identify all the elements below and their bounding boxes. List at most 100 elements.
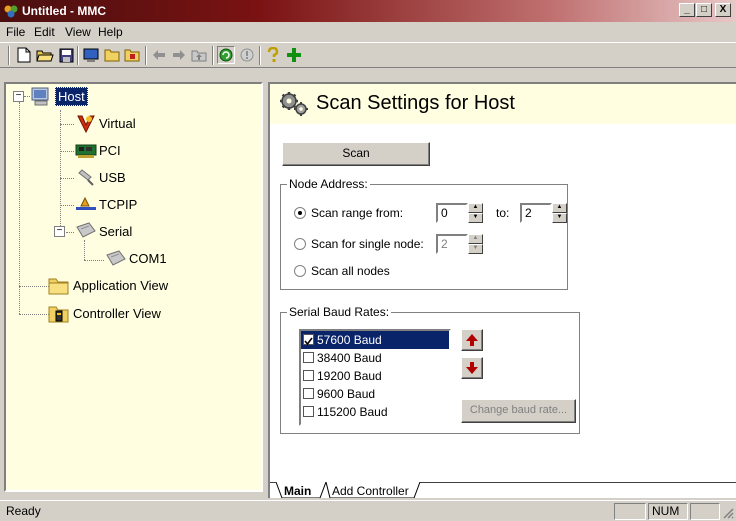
arrow-up-icon xyxy=(466,334,478,346)
tree-item-pci[interactable]: PCI xyxy=(99,143,121,158)
host-expander[interactable]: − xyxy=(13,91,24,102)
console-icon[interactable] xyxy=(82,46,100,64)
spin-up-icon[interactable]: ▲ xyxy=(552,203,567,213)
tree-connector xyxy=(19,102,20,314)
save-icon[interactable] xyxy=(57,46,75,64)
move-down-button[interactable] xyxy=(461,357,483,379)
tree-connector xyxy=(19,286,49,287)
tree-item-host[interactable]: Host xyxy=(55,87,88,106)
baud-checkbox[interactable] xyxy=(303,370,314,381)
folder-alt-icon[interactable] xyxy=(123,46,141,64)
tree-connector xyxy=(60,124,74,125)
baud-rates-group: 57600 Baud 38400 Baud 19200 Baud 9600 Ba… xyxy=(280,312,580,434)
scan-single-label: Scan for single node: xyxy=(311,237,424,251)
folder-icon xyxy=(48,278,69,295)
baud-row-9600[interactable]: 9600 Baud xyxy=(301,385,449,403)
refresh-icon[interactable] xyxy=(217,46,235,64)
move-up-button[interactable] xyxy=(461,329,483,351)
network-icon xyxy=(76,196,96,210)
tree-item-com1[interactable]: COM1 xyxy=(129,251,167,266)
spin-up-icon[interactable]: ▲ xyxy=(468,203,483,213)
back-arrow-icon[interactable] xyxy=(150,46,168,64)
tree-connector xyxy=(60,205,74,206)
tree-item-usb[interactable]: USB xyxy=(99,170,126,185)
header-band: Scan Settings for Host xyxy=(270,84,736,124)
forward-arrow-icon[interactable] xyxy=(170,46,188,64)
toolbar xyxy=(0,42,736,68)
menu-file[interactable]: File xyxy=(6,25,25,39)
spin-down-icon[interactable]: ▼ xyxy=(468,244,483,254)
resize-grip-icon[interactable] xyxy=(722,507,734,519)
gears-icon xyxy=(280,92,308,116)
up-level-icon[interactable] xyxy=(190,46,208,64)
range-to-input[interactable]: 2 xyxy=(520,203,552,223)
tree-connector xyxy=(19,314,49,315)
new-document-icon[interactable] xyxy=(15,46,33,64)
usb-plug-icon xyxy=(78,169,94,186)
minimize-button[interactable]: _ xyxy=(679,3,695,17)
restore-button[interactable]: □ xyxy=(696,3,712,17)
serial-connector-icon xyxy=(106,250,126,266)
toolbar-separator xyxy=(212,46,214,65)
baud-label: 115200 Baud xyxy=(317,405,388,419)
baud-checkbox[interactable] xyxy=(303,406,314,417)
baud-row-19200[interactable]: 19200 Baud xyxy=(301,367,449,385)
folder-icon[interactable] xyxy=(103,46,121,64)
toolbar-separator xyxy=(77,46,79,65)
page-title: Scan Settings for Host xyxy=(316,92,515,114)
scan-all-radio[interactable] xyxy=(294,265,306,277)
tree-item-controller-view[interactable]: Controller View xyxy=(73,306,161,321)
baud-row-115200[interactable]: 115200 Baud xyxy=(301,403,449,421)
baud-row-38400[interactable]: 38400 Baud xyxy=(301,349,449,367)
tree-connector xyxy=(84,260,104,261)
stop-icon[interactable] xyxy=(238,46,256,64)
range-from-input[interactable]: 0 xyxy=(436,203,468,223)
mmc-app-icon xyxy=(4,5,18,18)
range-from-spinner[interactable]: ▲ ▼ xyxy=(468,203,483,223)
baud-rates-legend: Serial Baud Rates: xyxy=(287,305,392,319)
to-label: to: xyxy=(496,206,510,220)
serial-expander[interactable]: − xyxy=(54,226,65,237)
help-icon[interactable] xyxy=(264,46,282,64)
scan-single-radio[interactable] xyxy=(294,238,306,250)
scan-button[interactable]: Scan xyxy=(282,142,430,166)
scan-range-radio[interactable] xyxy=(294,207,306,219)
tree-item-tcpip[interactable]: TCPIP xyxy=(99,197,137,212)
tree-item-serial[interactable]: Serial xyxy=(99,224,132,239)
toolbar-separator xyxy=(145,46,147,65)
close-button[interactable]: X xyxy=(715,3,731,17)
title-bar[interactable]: Untitled - MMC _ □ X xyxy=(0,0,736,22)
baud-row-57600[interactable]: 57600 Baud xyxy=(301,331,449,349)
single-node-spinner[interactable]: ▲ ▼ xyxy=(468,234,483,254)
baud-checkbox[interactable] xyxy=(303,352,314,363)
baud-label: 19200 Baud xyxy=(317,369,382,383)
toolbar-separator xyxy=(259,46,261,65)
baud-checkbox[interactable] xyxy=(303,388,314,399)
single-node-input[interactable]: 2 xyxy=(436,234,468,254)
baud-checkbox[interactable] xyxy=(303,334,314,346)
tree-connector xyxy=(84,240,85,260)
open-folder-icon[interactable] xyxy=(36,46,54,64)
spin-up-icon[interactable]: ▲ xyxy=(468,234,483,244)
menu-help[interactable]: Help xyxy=(98,25,123,39)
baud-rate-list[interactable]: 57600 Baud 38400 Baud 19200 Baud 9600 Ba… xyxy=(299,329,451,426)
status-num: NUM xyxy=(648,503,688,520)
range-to-spinner[interactable]: ▲ ▼ xyxy=(552,203,567,223)
tab-main[interactable]: Main xyxy=(284,484,311,498)
change-baud-rate-button[interactable]: Change baud rate... xyxy=(461,399,576,423)
tab-add-controller[interactable]: Add Controller xyxy=(332,484,409,498)
scan-range-label: Scan range from: xyxy=(311,206,404,220)
node-address-legend: Node Address: xyxy=(287,177,370,191)
spin-down-icon[interactable]: ▼ xyxy=(468,213,483,223)
tree-item-virtual[interactable]: Virtual xyxy=(99,116,136,131)
baud-label: 38400 Baud xyxy=(317,351,382,365)
pci-card-icon xyxy=(75,144,97,158)
menu-view[interactable]: View xyxy=(65,25,91,39)
tree-item-application-view[interactable]: Application View xyxy=(73,278,168,293)
baud-label: 9600 Baud xyxy=(317,387,376,401)
add-icon[interactable] xyxy=(285,46,303,64)
window-title: Untitled - MMC xyxy=(22,4,106,18)
menu-edit[interactable]: Edit xyxy=(34,25,55,39)
spin-down-icon[interactable]: ▼ xyxy=(552,213,567,223)
tree-pane[interactable]: − Host Virtual PCI USB TCPIP − Serial CO… xyxy=(4,82,263,492)
